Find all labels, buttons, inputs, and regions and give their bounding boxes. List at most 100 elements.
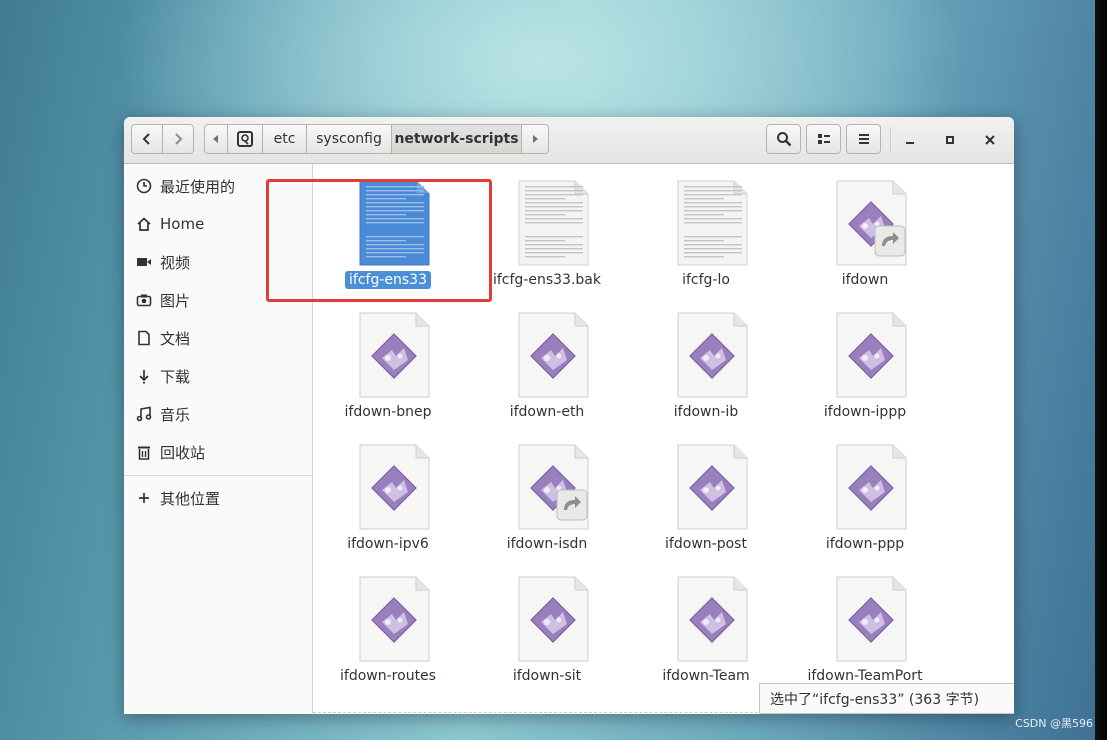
sidebar-item-trash[interactable]: 回收站: [136, 440, 205, 464]
menu-button[interactable]: [846, 124, 881, 154]
file-item[interactable]: ifdown-ippp: [790, 296, 940, 420]
back-button[interactable]: [131, 124, 163, 154]
hamburger-menu-icon: [858, 134, 869, 144]
sidebar-item-documents[interactable]: 文档: [136, 326, 190, 350]
home-icon: [136, 216, 152, 232]
script-file-icon: [358, 576, 430, 662]
file-name-label: ifdown: [841, 272, 889, 288]
sidebar-divider: [124, 475, 312, 476]
sidebar-item-music[interactable]: 音乐: [136, 402, 190, 426]
script-file-icon: [358, 444, 430, 530]
close-button[interactable]: [976, 126, 1004, 154]
minimize-button[interactable]: [896, 126, 924, 154]
watermark-text: CSDN @黑596: [1015, 717, 1093, 730]
file-name-label: ifdown-post: [665, 536, 747, 552]
text-file-icon: [358, 180, 430, 266]
document-icon: [136, 330, 152, 346]
sidebar-item-label: 视频: [160, 253, 191, 272]
drive-icon: [237, 131, 253, 147]
sidebar-item-recent[interactable]: 最近使用的: [136, 174, 235, 198]
path-root-button[interactable]: [227, 124, 263, 154]
file-name-label: ifdown-isdn: [506, 536, 588, 552]
file-item[interactable]: ifdown: [790, 164, 940, 288]
clock-icon: [136, 178, 152, 194]
file-name-label: ifdown-sit: [512, 668, 582, 684]
chevron-left-icon: [142, 133, 150, 145]
header-bar: etc sysconfig network-scripts: [124, 117, 1014, 164]
sidebar-item-label: 最近使用的: [160, 177, 236, 196]
file-item[interactable]: ifdown-ipv6: [313, 428, 463, 552]
script-file-icon: [835, 576, 907, 662]
sidebar-item-label: 其他位置: [160, 489, 221, 508]
file-grid: ifcfg-ens33 ifcfg-ens33.bak ifcfg-lo ifdown…: [313, 164, 1014, 714]
search-icon: [776, 132, 791, 147]
sidebar-item-downloads[interactable]: 下载: [136, 364, 190, 388]
triangle-left-icon: [213, 135, 218, 143]
script-file-icon: [517, 576, 589, 662]
close-icon: [985, 135, 995, 145]
file-name-label: ifdown-ippp: [823, 404, 907, 420]
file-item[interactable]: ifdown-Team: [631, 560, 781, 684]
screen-edge: [1095, 0, 1107, 740]
list-view-icon: [817, 134, 830, 144]
file-item[interactable]: ifdown-isdn: [472, 428, 622, 552]
script-file-icon: [676, 312, 748, 398]
path-scroll-right-button[interactable]: [521, 124, 549, 154]
file-item[interactable]: ifdown-ib: [631, 296, 781, 420]
view-mode-button[interactable]: [806, 124, 841, 154]
maximize-icon: [946, 136, 954, 144]
sidebar-item-videos[interactable]: 视频: [136, 250, 190, 274]
file-item[interactable]: ifcfg-ens33: [313, 164, 463, 289]
sidebar: 最近使用的 Home 视频 图片 文档 下载 音乐 回收站 其他位置: [124, 164, 313, 714]
breadcrumb-network-scripts[interactable]: network-scripts: [391, 124, 522, 154]
forward-button[interactable]: [162, 124, 194, 154]
script-link-icon: [835, 180, 907, 266]
script-file-icon: [676, 444, 748, 530]
script-file-icon: [517, 312, 589, 398]
file-name-label: ifdown-ipv6: [347, 536, 429, 552]
script-link-icon: [517, 444, 589, 530]
file-item[interactable]: ifdown-eth: [472, 296, 622, 420]
path-scroll-left-button[interactable]: [204, 124, 228, 154]
sidebar-item-label: Home: [160, 215, 205, 233]
download-icon: [136, 368, 152, 384]
file-item[interactable]: ifcfg-lo: [631, 164, 781, 288]
file-name-label: ifdown-ib: [673, 404, 739, 420]
video-icon: [136, 254, 152, 270]
file-name-label: ifdown-TeamPort: [807, 668, 923, 684]
file-name-label: ifdown-ppp: [825, 536, 905, 552]
file-manager-window: etc sysconfig network-scripts 最近使用的 Home…: [124, 117, 1014, 714]
search-button[interactable]: [766, 124, 801, 154]
sidebar-item-label: 文档: [160, 329, 191, 348]
file-name-label: ifdown-bnep: [344, 404, 432, 420]
script-file-icon: [835, 312, 907, 398]
file-item[interactable]: ifdown-ppp: [790, 428, 940, 552]
sidebar-item-home[interactable]: Home: [136, 212, 204, 236]
file-item[interactable]: ifdown-TeamPort: [790, 560, 940, 684]
script-file-icon: [358, 312, 430, 398]
file-name-label: ifdown-Team: [662, 668, 750, 684]
sidebar-item-label: 图片: [160, 291, 191, 310]
plus-icon: [136, 490, 152, 506]
sidebar-item-pictures[interactable]: 图片: [136, 288, 190, 312]
chevron-right-icon: [175, 133, 183, 145]
triangle-right-icon: [533, 135, 538, 143]
minimize-icon: [906, 142, 914, 144]
sidebar-item-label: 音乐: [160, 405, 191, 424]
script-file-icon: [835, 444, 907, 530]
file-item[interactable]: ifdown-bnep: [313, 296, 463, 420]
file-name-label: ifdown-eth: [509, 404, 585, 420]
file-item[interactable]: ifdown-routes: [313, 560, 463, 684]
script-file-icon: [676, 576, 748, 662]
next-row-hint: [313, 712, 813, 713]
file-item[interactable]: ifdown-sit: [472, 560, 622, 684]
sidebar-item-other-locations[interactable]: 其他位置: [136, 486, 220, 510]
breadcrumb-sysconfig[interactable]: sysconfig: [306, 124, 392, 154]
trash-icon: [136, 444, 152, 460]
maximize-button[interactable]: [936, 126, 964, 154]
text-file-icon: [517, 180, 589, 266]
breadcrumb-etc[interactable]: etc: [262, 124, 307, 154]
file-item[interactable]: ifdown-post: [631, 428, 781, 552]
file-item[interactable]: ifcfg-ens33.bak: [472, 164, 622, 288]
file-name-label: ifdown-routes: [340, 668, 436, 684]
